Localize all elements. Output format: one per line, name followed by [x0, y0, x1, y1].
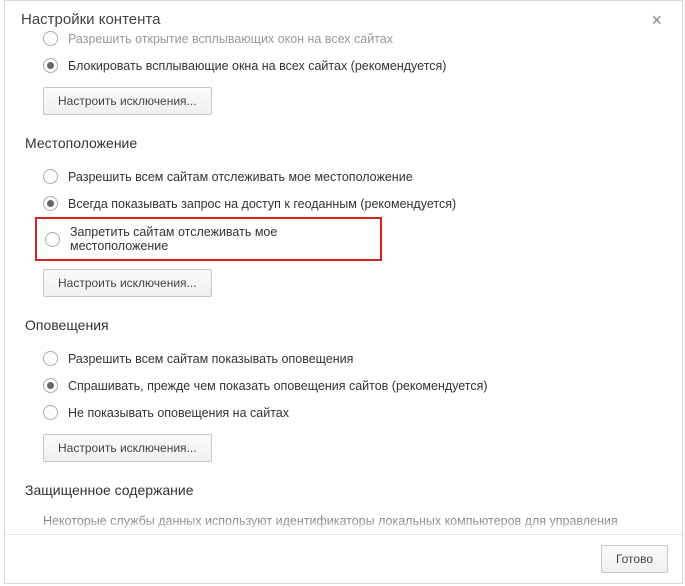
radio-icon: [43, 169, 58, 184]
protected-desc: Некоторые службы данных используют идент…: [25, 510, 662, 531]
radio-icon: [43, 196, 58, 211]
close-icon[interactable]: ×: [647, 11, 666, 29]
radio-icon: [43, 58, 58, 73]
option-label: Разрешить открытие всплывающих окон на в…: [68, 32, 393, 46]
section-notifications: Оповещения Разрешить всем сайтам показыв…: [25, 317, 662, 462]
notifications-ask-option[interactable]: Спрашивать, прежде чем показать оповещен…: [25, 372, 662, 399]
highlight-box: Запретить сайтам отслеживать мое местопо…: [35, 217, 382, 261]
popups-exceptions-button[interactable]: Настроить исключения...: [43, 87, 212, 115]
section-popups: Разрешить открытие всплывающих окон на в…: [25, 29, 662, 115]
location-allow-option[interactable]: Разрешить всем сайтам отслеживать мое ме…: [25, 163, 662, 190]
done-button[interactable]: Готово: [601, 545, 668, 573]
section-title-notifications: Оповещения: [25, 317, 662, 333]
option-label: Разрешить всем сайтам показывать оповеще…: [68, 352, 353, 366]
popups-allow-option[interactable]: Разрешить открытие всплывающих окон на в…: [25, 29, 662, 52]
notifications-block-option[interactable]: Не показывать оповещения на сайтах: [25, 399, 662, 426]
radio-icon: [43, 351, 58, 366]
option-label: Не показывать оповещения на сайтах: [68, 406, 289, 420]
dialog-title: Настройки контента: [21, 11, 160, 28]
dialog-body[interactable]: Разрешить открытие всплывающих окон на в…: [5, 29, 682, 534]
radio-icon: [45, 232, 60, 247]
popups-block-option[interactable]: Блокировать всплывающие окна на всех сай…: [25, 52, 662, 79]
dialog-header: Настройки контента ×: [5, 1, 682, 29]
option-label: Разрешить всем сайтам отслеживать мое ме…: [68, 170, 413, 184]
location-block-option[interactable]: Запретить сайтам отслеживать мое местопо…: [37, 219, 380, 259]
dialog-footer: Готово: [5, 534, 682, 583]
section-location: Местоположение Разрешить всем сайтам отс…: [25, 135, 662, 297]
option-label: Спрашивать, прежде чем показать оповещен…: [68, 379, 488, 393]
section-title-location: Местоположение: [25, 135, 662, 151]
section-title-protected: Защищенное содержание: [25, 482, 662, 498]
radio-icon: [43, 378, 58, 393]
location-ask-option[interactable]: Всегда показывать запрос на доступ к гео…: [25, 190, 662, 217]
notifications-allow-option[interactable]: Разрешить всем сайтам показывать оповеще…: [25, 345, 662, 372]
notifications-exceptions-button[interactable]: Настроить исключения...: [43, 434, 212, 462]
section-protected-content: Защищенное содержание Некоторые службы д…: [25, 482, 662, 531]
option-label: Блокировать всплывающие окна на всех сай…: [68, 59, 446, 73]
content-settings-dialog: Настройки контента × Разрешить открытие …: [4, 0, 683, 584]
radio-icon: [43, 405, 58, 420]
option-label: Всегда показывать запрос на доступ к гео…: [68, 197, 456, 211]
location-exceptions-button[interactable]: Настроить исключения...: [43, 269, 212, 297]
radio-icon: [43, 31, 58, 46]
option-label: Запретить сайтам отслеживать мое местопо…: [70, 225, 376, 253]
